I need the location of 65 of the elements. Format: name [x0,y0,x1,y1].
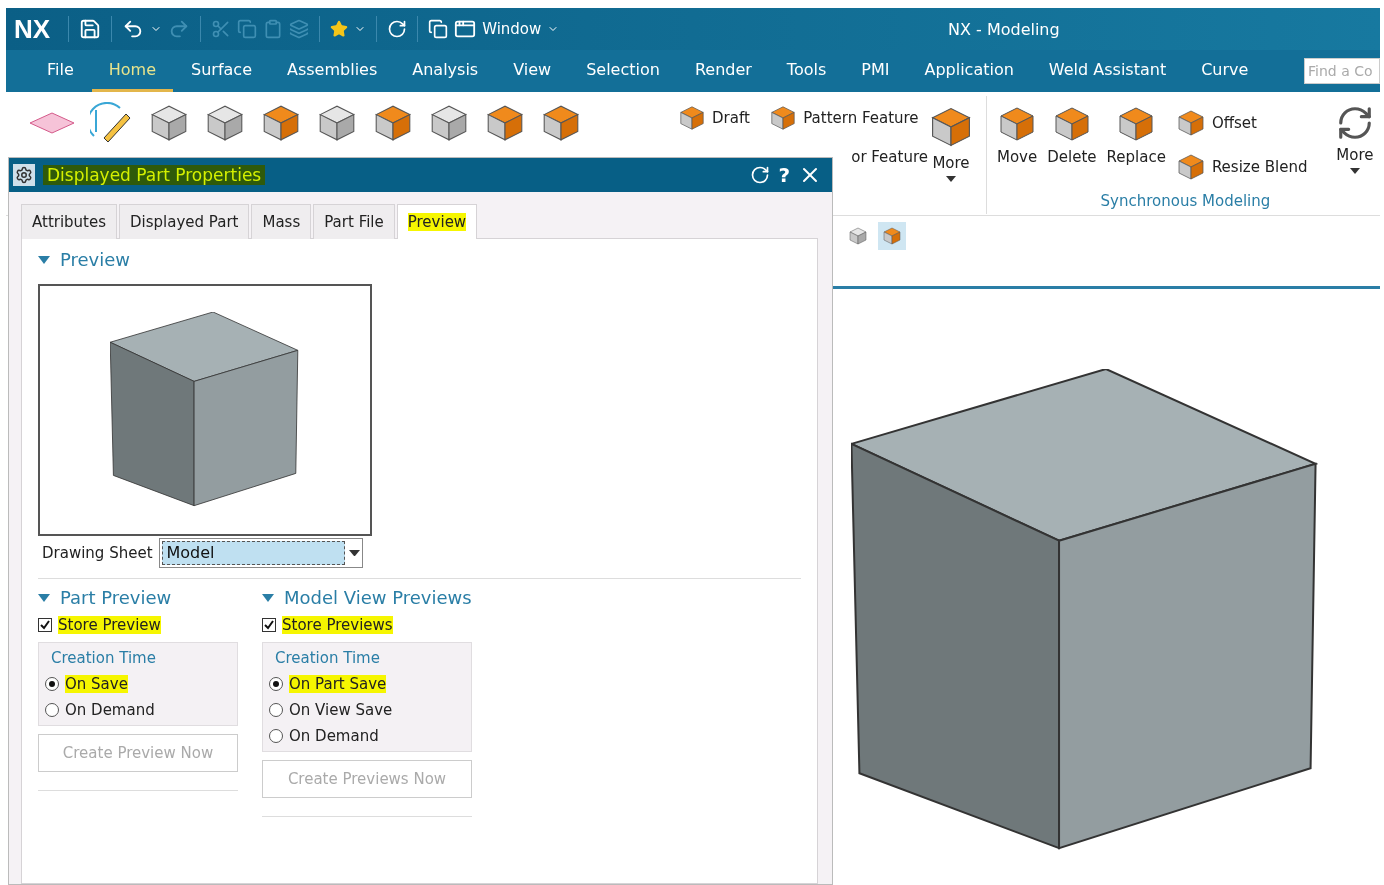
menu-tab[interactable]: Analysis [395,50,496,92]
section-header[interactable]: Preview [38,249,801,270]
menu-tab[interactable]: Render [677,50,769,92]
menu-tab[interactable]: Application [907,50,1031,92]
window-title: NX - Modeling [948,20,1060,39]
caret-icon [1349,168,1360,174]
save-icon[interactable] [79,18,102,40]
dialog-tab[interactable]: Displayed Part [119,204,250,239]
menu-tab[interactable]: Tools [769,50,844,92]
caret-icon [946,176,956,182]
settings-icon [13,164,35,186]
menu-tab[interactable]: PMI [844,50,907,92]
dialog-tab[interactable]: Preview [396,204,478,239]
block-icon[interactable] [769,104,798,132]
window-menu[interactable]: Window [482,20,542,38]
clipboard-icon[interactable] [263,19,284,39]
drawing-sheet-label: Drawing Sheet [42,544,153,562]
ribbon-tool[interactable]: Replace [1106,104,1166,166]
block-icon[interactable] [1175,152,1206,182]
ribbon-tool[interactable]: Move [997,104,1038,166]
ribbon-tool[interactable]: Offset [1175,108,1326,138]
dialog-tab[interactable]: Mass [251,204,312,239]
app-logo: NX [14,13,51,45]
dialog-tab[interactable]: Attributes [21,204,118,239]
expand-triangle-icon [262,593,274,602]
ribbon-more-button[interactable]: More [1335,104,1374,174]
section-header[interactable]: Model View Previews [262,587,472,608]
block-icon[interactable] [1175,108,1206,138]
menu-tab[interactable]: Selection [569,50,677,92]
help-button[interactable]: ? [778,163,790,187]
menu-tab[interactable]: Assemblies [270,50,395,92]
reset-button[interactable] [750,165,771,185]
expand-triangle-icon [38,593,50,602]
menu-tab[interactable]: View [496,50,569,92]
windows-icon[interactable] [428,19,449,39]
dialog-title: Displayed Part Properties [43,165,266,185]
ribbon-group-title: Synchronous Modeling [1099,192,1272,212]
menu-tab[interactable]: File [30,50,91,92]
block-icon[interactable] [678,104,706,132]
menu-tab[interactable]: Weld Assistant [1031,50,1184,92]
group-title: Creation Time [275,649,381,667]
radio-option[interactable]: On Demand [45,701,227,719]
group-title: Creation Time [51,649,157,667]
radio-option[interactable]: On View Save [269,701,461,719]
ribbon-tool[interactable]: or Feature [851,148,928,166]
menu-tab[interactable]: Surface [174,50,269,92]
window-icon[interactable] [454,18,477,40]
ribbon-tool[interactable]: Pattern Feature [769,104,919,132]
menu-tab[interactable]: Curve [1184,50,1266,92]
rotate-icon[interactable] [387,19,408,39]
drawing-sheet-dropdown[interactable]: Model [158,538,363,568]
expand-triangle-icon [38,255,50,264]
radio-option[interactable]: On Demand [269,727,461,745]
checkmark-icon [39,619,51,631]
checkmark-icon [263,619,275,631]
ribbon-tool[interactable]: Delete [1047,104,1097,166]
dialog-tab[interactable]: Part File [313,204,395,239]
command-search-field[interactable]: Find a Co [1304,58,1380,84]
ribbon-tool[interactable]: Resize Blend [1175,152,1326,182]
star-icon[interactable] [330,20,349,38]
radio-option[interactable]: On Save [45,675,227,693]
section-header[interactable]: Part Preview [38,587,238,608]
ribbon-tool[interactable]: Draft [678,104,750,132]
caret-icon [348,549,360,557]
ribbon-more-button[interactable]: More [928,104,974,182]
